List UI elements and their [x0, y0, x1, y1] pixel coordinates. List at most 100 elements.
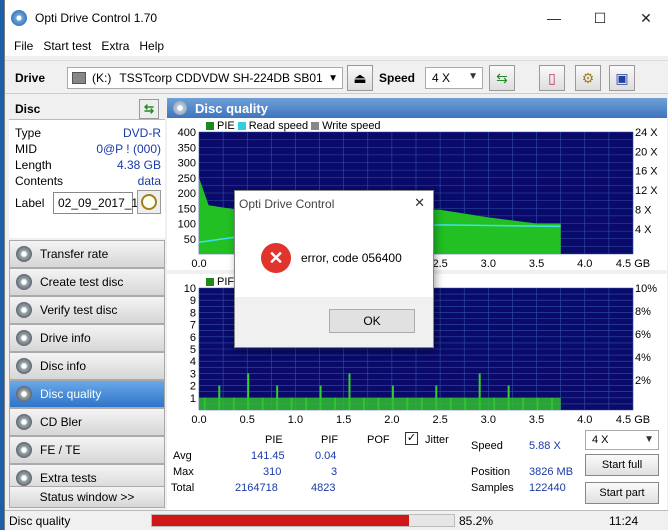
- disc-length-value: 4.38 GB: [116, 158, 161, 172]
- nav-label: Extra tests: [40, 471, 97, 485]
- test-speed-select[interactable]: 4 X ▼: [585, 430, 659, 450]
- create-disc-icon: [16, 274, 32, 290]
- disc-length-row: Length 4.38 GB: [15, 158, 161, 172]
- nav-verify-test-disc[interactable]: Verify test disc: [9, 296, 165, 324]
- y-tick-label: 10: [184, 283, 196, 295]
- disc-info: Type DVD-R MID 0@P ! (000) Length 4.38 GB C…: [9, 120, 165, 238]
- nav-drive-info[interactable]: Drive info: [9, 324, 165, 352]
- y2-tick-label: 8%: [635, 306, 651, 318]
- nav-transfer-rate[interactable]: Transfer rate: [9, 240, 165, 268]
- y-tick-label: 4: [190, 356, 196, 368]
- nav-label: Transfer rate: [40, 247, 109, 261]
- refresh-disc-button[interactable]: ⇆: [139, 99, 159, 119]
- refresh-icon: ⇆: [496, 69, 508, 86]
- dialog-title: Opti Drive Control: [239, 197, 335, 211]
- position-value: 3826 MB: [529, 466, 574, 478]
- menu-bar: File Start test Extra Help: [5, 36, 668, 56]
- chevron-down-icon: ▼: [328, 72, 338, 84]
- disc-label-input[interactable]: 02_09_2017_1: [53, 192, 138, 214]
- drive-icon: [72, 72, 86, 84]
- dialog-title-bar: Opti Drive Control ✕: [235, 191, 433, 215]
- menu-start-test[interactable]: Start test: [43, 39, 91, 53]
- ok-button[interactable]: OK: [329, 309, 415, 333]
- jitter-checkbox[interactable]: ✓: [405, 432, 418, 445]
- x-tick-label: 4.0: [577, 258, 592, 270]
- nav-label: Create test disc: [40, 275, 124, 289]
- menu-file[interactable]: File: [14, 39, 33, 53]
- disc-header-label: Disc: [15, 101, 41, 116]
- stats-panel: PIE PIF POF ✓ Jitter Avg 141.45 0.04 Max…: [167, 428, 667, 510]
- dialog-close-icon[interactable]: ✕: [414, 195, 425, 211]
- y2-tick-label: 12 X: [635, 185, 658, 197]
- transfer-rate-icon: [16, 246, 32, 262]
- avg-label: Avg: [173, 450, 192, 462]
- save-button[interactable]: ▣: [609, 65, 635, 91]
- x-tick-label: 2.0: [384, 414, 399, 426]
- disc-type-value: DVD-R: [123, 126, 161, 140]
- label-edit-button[interactable]: [137, 190, 161, 214]
- minimize-button[interactable]: —: [531, 0, 577, 36]
- nav-disc-quality[interactable]: Disc quality: [9, 380, 165, 408]
- title-bar: Opti Drive Control 1.70 — ☐ ✕: [5, 0, 668, 36]
- progress-bar: [151, 514, 455, 527]
- progress-fill: [152, 515, 410, 526]
- nav-disc-info[interactable]: Disc info: [9, 352, 165, 380]
- y-tick-label: 5: [190, 344, 196, 356]
- y-tick-label: 1: [190, 393, 196, 405]
- nav-create-test-disc[interactable]: Create test disc: [9, 268, 165, 296]
- max-label: Max: [173, 466, 194, 478]
- floppy-icon: ▣: [615, 69, 629, 86]
- x-tick-label: 0.5: [240, 414, 255, 426]
- refresh-speed-button[interactable]: ⇆: [489, 65, 515, 91]
- cd-bler-icon: [16, 414, 32, 430]
- progress-percent: 85.2%: [459, 514, 494, 528]
- start-part-button[interactable]: Start part: [585, 482, 659, 504]
- disc-contents-row: Contents data: [15, 174, 161, 188]
- avg-pie: 141.45: [251, 450, 285, 462]
- speed-select[interactable]: 4 X ▼: [425, 67, 483, 89]
- nav-fe-te[interactable]: FE / TE: [9, 436, 165, 464]
- total-label: Total: [171, 482, 195, 494]
- y-tick-label: 7: [190, 320, 196, 332]
- settings-button[interactable]: ⚙: [575, 65, 601, 91]
- drive-select[interactable]: (K:) TSSTcorp CDDVDW SH-224DB SB01 ▼: [67, 67, 343, 89]
- drive-letter: (K:): [92, 71, 112, 85]
- start-part-label: Start part: [599, 487, 645, 499]
- menu-extra[interactable]: Extra: [101, 39, 129, 53]
- x-tick-label: 0.0: [191, 414, 206, 426]
- start-full-button[interactable]: Start full: [585, 454, 659, 476]
- status-window-button[interactable]: Status window >>: [9, 486, 165, 508]
- y2-tick-label: 4 X: [635, 224, 652, 236]
- x-tick-label: 2.5: [432, 258, 447, 270]
- y-tick-label: 6: [190, 332, 196, 344]
- y2-tick-label: 2%: [635, 375, 651, 387]
- nav-label: Verify test disc: [40, 303, 118, 317]
- col-pie: PIE: [265, 434, 283, 446]
- close-button[interactable]: ✕: [623, 0, 668, 36]
- drive-label: Drive: [15, 71, 46, 85]
- nav-label: Disc quality: [40, 387, 102, 401]
- maximize-button[interactable]: ☐: [577, 0, 623, 36]
- elapsed-time: 11:24: [609, 514, 639, 528]
- y2-tick-label: 20 X: [635, 146, 658, 158]
- dialog-message: error, code 056400: [301, 251, 402, 265]
- app-icon: [11, 10, 27, 26]
- menu-help[interactable]: Help: [139, 39, 164, 53]
- test-speed-value: 4 X: [592, 434, 609, 446]
- gear-icon: ⚙: [581, 69, 595, 86]
- nav-cd-bler[interactable]: CD Bler: [9, 408, 165, 436]
- start-full-label: Start full: [601, 459, 643, 471]
- main-title: Disc quality: [195, 100, 268, 116]
- eject-button[interactable]: ⏏: [347, 65, 373, 91]
- disc-info-icon: [16, 358, 32, 374]
- x-tick-label: 4.5 GB: [616, 258, 650, 270]
- pif-baseline: [199, 397, 561, 410]
- max-pie: 310: [263, 466, 282, 478]
- drive-name: TSSTcorp CDDVDW SH-224DB SB01: [119, 71, 323, 85]
- disc-contents-key: Contents: [15, 174, 64, 188]
- col-pof: POF: [367, 434, 390, 446]
- y-tick-label: 350: [178, 142, 196, 154]
- disc-type-key: Type: [15, 126, 42, 140]
- y-tick-label: 400: [178, 127, 196, 139]
- erase-button[interactable]: ▯: [539, 65, 565, 91]
